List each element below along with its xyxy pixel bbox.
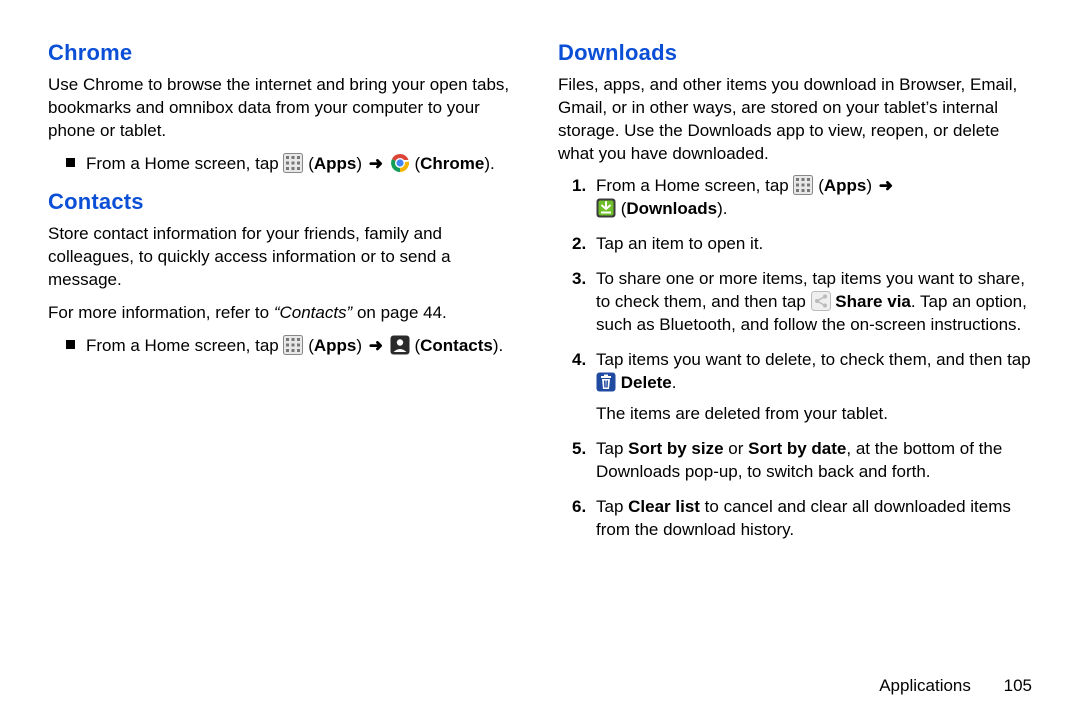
step-text: Tap items you want to delete, to check t… <box>596 350 1031 369</box>
chrome-label: Chrome <box>420 154 484 173</box>
contacts-label: Contacts <box>420 336 493 355</box>
s5-a: Tap <box>596 439 628 458</box>
s6-a: Tap <box>596 497 628 516</box>
ref-pre: For more information, refer to <box>48 303 274 322</box>
right-column: Downloads Files, apps, and other items y… <box>558 32 1038 696</box>
footer-page-number: 105 <box>1004 676 1032 695</box>
downloads-icon <box>596 198 616 218</box>
page-footer: Applications 105 <box>879 675 1032 698</box>
share-icon <box>811 291 831 311</box>
arrow-icon: ➜ <box>877 176 895 195</box>
downloads-step-5: Tap Sort by size or Sort by date, at the… <box>558 438 1038 484</box>
s5-or: or <box>724 439 749 458</box>
downloads-step-1: From a Home screen, tap (Apps) ➜ (Downlo… <box>558 175 1038 221</box>
clear-list: Clear list <box>628 497 700 516</box>
step-text: From a Home screen, tap <box>596 176 793 195</box>
arrow-icon: ➜ <box>367 336 385 355</box>
ref-italic: “Contacts” <box>274 303 352 322</box>
contacts-description: Store contact information for your frien… <box>48 223 528 292</box>
left-column: Chrome Use Chrome to browse the internet… <box>48 32 528 696</box>
apps-grid-icon <box>793 175 813 195</box>
page-content: Chrome Use Chrome to browse the internet… <box>0 0 1080 720</box>
sort-by-size: Sort by size <box>628 439 723 458</box>
chrome-description: Use Chrome to browse the internet and br… <box>48 74 528 143</box>
step-4-note: The items are deleted from your tablet. <box>596 403 1038 426</box>
arrow-icon: ➜ <box>367 154 385 173</box>
chrome-nav-step: From a Home screen, tap (Apps) ➜ <box>48 153 528 176</box>
apps-label: Apps <box>314 336 357 355</box>
heading-chrome: Chrome <box>48 38 528 68</box>
downloads-step-2: Tap an item to open it. <box>558 233 1038 256</box>
downloads-label: Downloads <box>626 199 717 218</box>
delete-icon <box>596 372 616 392</box>
apps-label: Apps <box>314 154 357 173</box>
contacts-reference: For more information, refer to “Contacts… <box>48 302 528 325</box>
delete-label: Delete <box>621 373 672 392</box>
footer-section: Applications <box>879 676 971 695</box>
downloads-description: Files, apps, and other items you downloa… <box>558 74 1038 166</box>
share-via-label: Share via <box>835 292 911 311</box>
sort-by-date: Sort by date <box>748 439 846 458</box>
heading-contacts: Contacts <box>48 187 528 217</box>
contacts-icon <box>390 335 410 355</box>
step-text: From a Home screen, tap <box>86 154 283 173</box>
chrome-icon <box>390 153 410 173</box>
apps-label: Apps <box>824 176 867 195</box>
downloads-step-3: To share one or more items, tap items yo… <box>558 268 1038 337</box>
downloads-step-4: Tap items you want to delete, to check t… <box>558 349 1038 426</box>
contacts-nav-step: From a Home screen, tap (Apps) ➜ (Contac… <box>48 335 528 358</box>
ref-post: on page 44. <box>352 303 447 322</box>
apps-grid-icon <box>283 335 303 355</box>
heading-downloads: Downloads <box>558 38 1038 68</box>
downloads-step-6: Tap Clear list to cancel and clear all d… <box>558 496 1038 542</box>
apps-grid-icon <box>283 153 303 173</box>
step-text: From a Home screen, tap <box>86 336 283 355</box>
